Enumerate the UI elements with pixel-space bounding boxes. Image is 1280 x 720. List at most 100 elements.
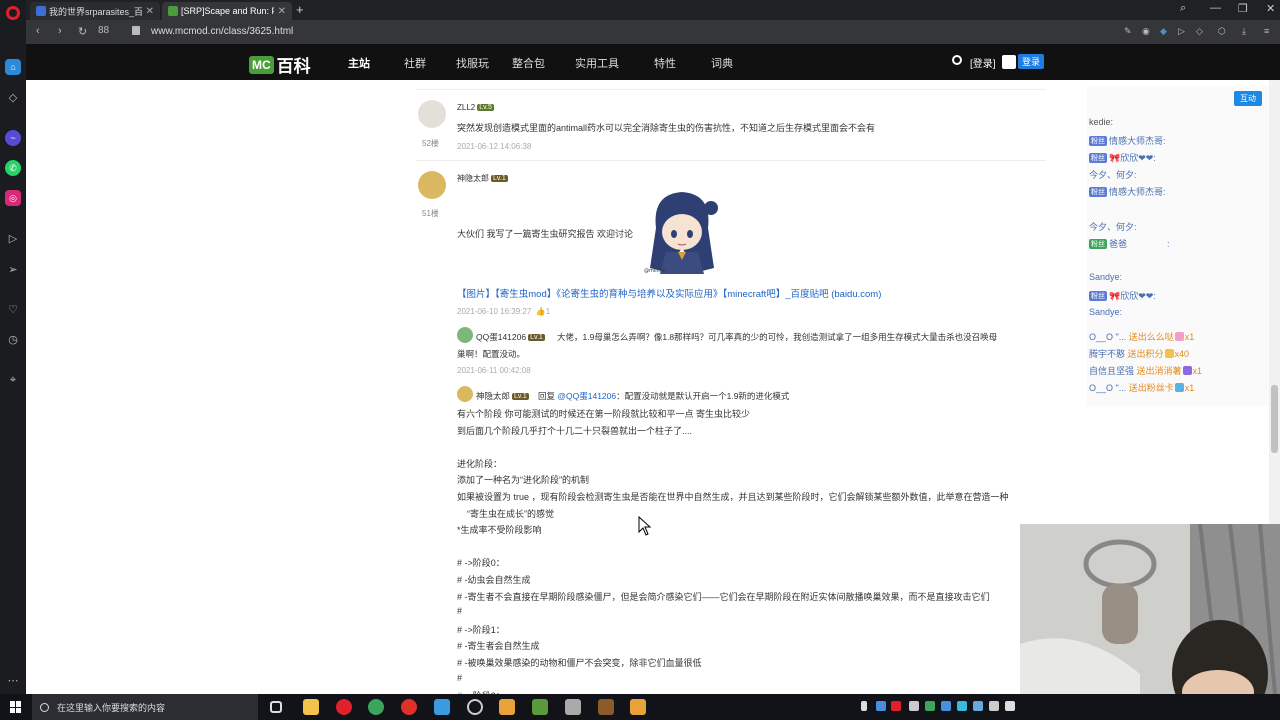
history-icon[interactable]: ◷ — [5, 331, 21, 347]
mic-icon[interactable] — [861, 701, 867, 711]
fan-badge: 粉丝 — [1089, 291, 1107, 301]
chat-username[interactable]: Sandye: — [1089, 272, 1122, 282]
tab-srparasites[interactable]: 我的世界srparasites_百度 ✕ — [30, 2, 160, 20]
chat-username[interactable]: 欣欣❤❤: — [1120, 291, 1156, 301]
chat-username[interactable]: O__O "... — [1089, 332, 1126, 342]
chat-username[interactable]: 情感大师杰哥: — [1109, 136, 1166, 146]
scrollbar-thumb[interactable] — [1271, 385, 1278, 453]
download-icon[interactable]: ⤓ — [1242, 26, 1252, 36]
chat-message: O__O "... 送出粉丝卡 x1 — [1089, 381, 1194, 394]
close-tab-icon[interactable]: ✕ — [146, 6, 154, 17]
send-icon[interactable]: ➢ — [5, 261, 21, 277]
login-link[interactable]: [登录] — [970, 55, 996, 70]
chat-username[interactable]: 腾宇不憨 — [1089, 349, 1125, 359]
opera-logo-icon[interactable] — [6, 6, 20, 20]
obs-icon[interactable] — [467, 699, 483, 715]
chat-message: Sandye: — [1089, 307, 1122, 317]
avatar[interactable] — [418, 171, 446, 199]
minecraft-launcher-icon[interactable] — [598, 699, 614, 715]
task-view-icon[interactable] — [270, 701, 282, 713]
like-icon[interactable]: 👍 — [536, 307, 546, 316]
tray-icon[interactable] — [941, 701, 951, 711]
new-tab-button[interactable]: + — [296, 2, 304, 17]
tray-icon[interactable] — [891, 701, 901, 711]
reply-username[interactable]: 神隐太郎 Lv.1 — [476, 390, 529, 402]
menu-icon[interactable]: ≡ — [1264, 26, 1274, 36]
username[interactable]: 神隐太郎 Lv.1 — [457, 173, 508, 184]
app-icon[interactable] — [565, 699, 581, 715]
mention-link[interactable]: @QQ蛋141206 — [557, 391, 616, 401]
chrome-icon[interactable] — [368, 699, 384, 715]
tab-count[interactable]: 88 — [98, 25, 109, 36]
whatsapp-icon[interactable]: ✆ — [5, 160, 21, 176]
tray-icon[interactable] — [973, 701, 983, 711]
shield-icon[interactable]: ◆ — [1160, 26, 1170, 36]
tab-mcmod[interactable]: [SRP]Scape and Run: Par ✕ — [162, 2, 292, 20]
close-tab-icon[interactable]: ✕ — [278, 6, 286, 17]
heart-icon[interactable]: ♡ — [5, 301, 21, 317]
nav-community[interactable]: 社群 — [404, 55, 426, 71]
search-icon[interactable] — [952, 55, 962, 65]
chat-username[interactable]: Sandye: — [1089, 307, 1122, 317]
nav-dictionary[interactable]: 词典 — [711, 55, 733, 71]
chat-username[interactable]: O__O "... — [1089, 383, 1126, 393]
extensions-icon[interactable]: ⬡ — [1218, 26, 1228, 36]
tray-icon[interactable] — [1005, 701, 1015, 711]
nav-tools[interactable]: 实用工具 — [575, 55, 619, 71]
opera-taskbar-icon[interactable] — [336, 699, 352, 715]
tray-icon[interactable] — [909, 701, 919, 711]
nav-main[interactable]: 主站 — [348, 55, 370, 71]
chat-username[interactable]: 自信且坚强 — [1089, 366, 1134, 376]
edit-icon[interactable]: ✎ — [1124, 26, 1134, 36]
minimize-button[interactable]: — — [1210, 2, 1221, 14]
more-icon[interactable]: ⋯ — [5, 672, 21, 688]
qq-login-button[interactable]: 登录 — [1002, 54, 1045, 69]
windows-start-icon[interactable] — [10, 701, 22, 713]
reply-avatar[interactable] — [457, 386, 473, 402]
bookmark-icon[interactable]: ◇ — [5, 89, 21, 105]
username[interactable]: ZLL2 Lv.5 — [457, 103, 494, 112]
tray-icon[interactable] — [957, 701, 967, 711]
url-field[interactable]: www.mcmod.cn/class/3625.html — [151, 26, 293, 37]
chat-username[interactable]: 欣欣❤❤: — [1120, 153, 1156, 163]
chat-username[interactable]: 今夕、何夕: — [1089, 222, 1137, 232]
reply-username[interactable]: QQ蛋141206 Lv.1 — [476, 331, 545, 343]
back-button[interactable]: ‹ — [36, 25, 40, 37]
tray-icon[interactable] — [989, 701, 999, 711]
baidu-tieba-link[interactable]: 【图片】【寄生虫mod】《论寄生虫的育种与培养以及实际应用》【minecraft… — [457, 286, 881, 300]
camera-icon[interactable]: ◉ — [1142, 26, 1152, 36]
tray-icon[interactable] — [876, 701, 886, 711]
chat-username[interactable]: 今夕、何夕: — [1089, 170, 1137, 180]
restore-button[interactable]: ❐ — [1238, 2, 1248, 15]
chat-username[interactable]: 情感大师杰哥: — [1109, 187, 1166, 197]
taskbar-search[interactable]: 在这里输入你要搜索的内容 — [32, 694, 258, 720]
reload-button[interactable]: ↻ — [78, 25, 87, 38]
pin-icon[interactable]: ⌖ — [5, 372, 21, 388]
close-window-button[interactable]: ✕ — [1266, 2, 1275, 15]
nav-modpacks[interactable]: 整合包 — [512, 55, 545, 71]
messenger-icon[interactable]: ~ — [5, 130, 21, 146]
app-icon[interactable] — [630, 699, 646, 715]
mcmod-logo[interactable]: MC 百科 — [249, 52, 311, 77]
file-explorer-icon[interactable] — [303, 699, 319, 715]
tray-icon[interactable] — [925, 701, 935, 711]
chat-username[interactable]: kedie: — [1089, 117, 1113, 127]
search-tabs-icon[interactable]: ⌕ — [1180, 2, 1186, 15]
app-icon[interactable] — [499, 699, 515, 715]
home-icon[interactable]: ⌂ — [5, 59, 21, 75]
player-icon[interactable]: ▷ — [5, 230, 21, 246]
bilibili-icon[interactable] — [434, 699, 450, 715]
nav-servers[interactable]: 找服玩 — [456, 55, 489, 71]
forward-button[interactable]: › — [58, 25, 62, 37]
instagram-icon[interactable]: ◎ — [5, 190, 21, 206]
reply-avatar[interactable] — [457, 327, 473, 343]
minecraft-icon[interactable] — [532, 699, 548, 715]
play-icon[interactable]: ▷ — [1178, 26, 1188, 36]
anime-girl-image[interactable]: @miniuc — [642, 188, 722, 274]
nav-features[interactable]: 特性 — [654, 55, 676, 71]
interact-button[interactable]: 互动 — [1234, 91, 1262, 106]
avatar[interactable] — [418, 100, 446, 128]
vpn-icon[interactable]: ◇ — [1196, 26, 1206, 36]
netease-music-icon[interactable] — [401, 699, 417, 715]
chat-username[interactable]: 爸爸 — [1109, 239, 1127, 249]
